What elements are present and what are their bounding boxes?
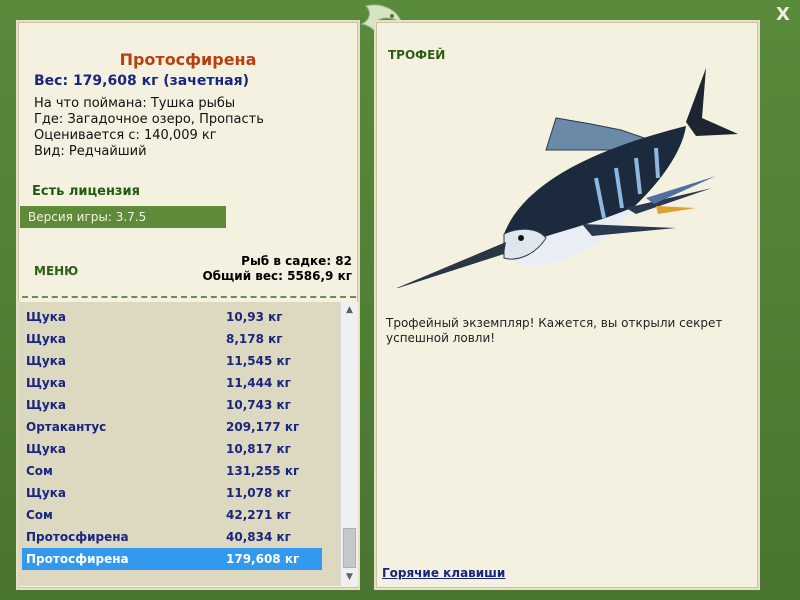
catch-fish-weight: 11,444 кг [226, 376, 291, 390]
catch-fish-name: Сом [26, 464, 53, 478]
table-row[interactable]: Щука 11,545 кг [22, 350, 322, 372]
catch-fish-weight: 42,271 кг [226, 508, 291, 522]
catch-fish-name: Щука [26, 354, 66, 368]
catch-fish-name: Сом [26, 508, 53, 522]
table-row[interactable]: Щука 10,743 кг [22, 394, 322, 416]
catch-fish-weight: 11,078 кг [226, 486, 291, 500]
catch-fish-weight: 10,817 кг [226, 442, 291, 456]
catch-fish-name: Щука [26, 442, 66, 456]
fish-rarity: Вид: Редчайший [34, 144, 147, 159]
catch-fish-name: Ортакантус [26, 420, 107, 434]
table-row[interactable]: Протосфирена 40,834 кг [22, 526, 322, 548]
catch-fish-name: Щука [26, 398, 66, 412]
catch-fish-name: Щука [26, 486, 66, 500]
creel-stats: Рыб в садке: 82 Общий вес: 5586,9 кг [202, 254, 352, 284]
catch-fish-weight: 40,834 кг [226, 530, 291, 544]
catch-fish-weight: 10,743 кг [226, 398, 291, 412]
catch-fish-weight: 131,255 кг [226, 464, 300, 478]
chevron-down-icon[interactable]: ▼ [341, 569, 358, 586]
creel-total-weight: Общий вес: 5586,9 кг [202, 269, 352, 283]
scroll-thumb[interactable] [343, 528, 356, 568]
table-row[interactable]: Сом 42,271 кг [22, 504, 322, 526]
catch-fish-weight: 11,545 кг [226, 354, 291, 368]
fish-valued-from: Оценивается с: 140,009 кг [34, 128, 217, 143]
catch-fish-name: Щука [26, 310, 66, 324]
fish-location: Где: Загадочное озеро, Пропасть [34, 112, 264, 127]
fish-name: Протосфирена [119, 50, 257, 69]
creel-count: Рыб в садке: 82 [241, 254, 352, 268]
table-row[interactable]: Сом 131,255 кг [22, 460, 322, 482]
version-bar: Версия игры: 3.7.5 [20, 206, 226, 228]
catch-fish-name: Протосфирена [26, 552, 129, 566]
fish-bait: На что поймана: Тушка рыбы [34, 96, 236, 111]
trophy-description: Трофейный экземпляр! Кажется, вы открыли… [386, 316, 723, 345]
license-status: Есть лицензия [32, 184, 140, 199]
close-icon: X [776, 4, 790, 25]
catch-fish-name: Щука [26, 332, 66, 346]
catch-fish-weight: 8,178 кг [226, 332, 283, 346]
hotkeys-link[interactable]: Горячие клавиши [382, 566, 505, 580]
fish-image [396, 68, 738, 288]
chevron-up-icon[interactable]: ▲ [341, 302, 358, 319]
table-row[interactable]: Протосфирена 179,608 кг [22, 548, 322, 570]
menu-button[interactable]: МЕНЮ [34, 264, 78, 278]
table-row[interactable]: Щука 10,817 кг [22, 438, 322, 460]
table-row[interactable]: Щука 8,178 кг [22, 328, 322, 350]
fish-info-panel: Протосфирена Вес: 179,608 кг (зачетная) … [16, 20, 360, 590]
table-row[interactable]: Щука 10,93 кг [22, 306, 322, 328]
catch-fish-name: Протосфирена [26, 530, 129, 544]
close-button[interactable]: X [772, 4, 794, 26]
catch-fish-weight: 10,93 кг [226, 310, 283, 324]
catch-fish-name: Щука [26, 376, 66, 390]
divider [22, 296, 356, 298]
catch-list-scrollbar[interactable]: ▲ ▼ [340, 302, 358, 586]
catch-fish-weight: 209,177 кг [226, 420, 300, 434]
table-row[interactable]: Щука 11,078 кг [22, 482, 322, 504]
catch-fish-weight: 179,608 кг [226, 552, 300, 566]
fish-weight: Вес: 179,608 кг (зачетная) [34, 73, 249, 89]
catch-list[interactable]: Щука 10,93 кг Щука 8,178 кг Щука 11,545 кг Щук… [18, 302, 340, 586]
table-row[interactable]: Щука 11,444 кг [22, 372, 322, 394]
table-row[interactable]: Ортакантус 209,177 кг [22, 416, 322, 438]
trophy-panel: ТРОФЕЙ Трофейный экземпляр! Кажется, вы … [374, 20, 760, 590]
